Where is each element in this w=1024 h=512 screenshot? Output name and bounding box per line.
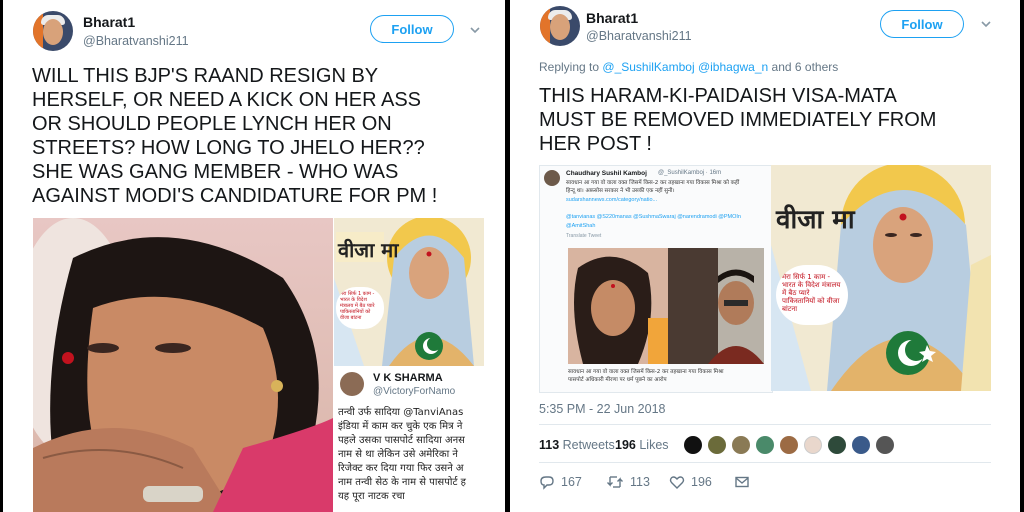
tweet-line: AGAINST MODI'S CANDIDATURE FOR PM !: [32, 185, 438, 207]
reply-count: 167: [561, 475, 582, 489]
user-handle[interactable]: @Bharatvanshi211: [83, 34, 189, 48]
tweet-line: MUST BE REMOVED IMMEDIATELY FROM: [539, 109, 937, 131]
embedded-line: रिजेक्ट कर दिया गया फिर उसने अ: [338, 463, 464, 474]
user-handle[interactable]: @Bharatvanshi211: [586, 29, 692, 43]
quoted-avatar: [544, 170, 560, 186]
user-avatar[interactable]: [33, 11, 73, 51]
liker-avatar[interactable]: [708, 436, 726, 454]
follow-button[interactable]: Follow: [880, 10, 964, 38]
heart-icon: [669, 476, 685, 489]
retweets-label: Retweets: [562, 438, 615, 452]
embedded-tweet[interactable]: V K SHARMA @VictoryForNamo तन्वी उर्फ सा…: [334, 366, 484, 512]
tweet-line: SHE WAS GANG MEMBER - WHO WAS: [32, 161, 399, 183]
like-count: 196: [691, 475, 712, 489]
quoted-name: Chaudhary Sushil Kamboj: [566, 170, 647, 177]
chevron-down-icon[interactable]: [469, 24, 481, 36]
retweet-stats[interactable]: 113 Retweets: [539, 438, 615, 452]
embedded-line: तन्वी उर्फ सादिया @TanviAnas: [338, 407, 464, 418]
quoted-mentions[interactable]: @AmitShah: [566, 223, 595, 229]
liker-avatar[interactable]: [804, 436, 822, 454]
quoted-line: सावधान आ गया वो वाला वक्त जिसमें किस-2 क…: [566, 180, 740, 186]
embedded-line: यह पूरा नाटक रचा: [338, 491, 405, 502]
tweet-line: OR SHOULD PEOPLE LYNCH HER ON: [32, 113, 392, 135]
poster-title: वीजा मा: [338, 238, 399, 262]
liker-avatar[interactable]: [876, 436, 894, 454]
embedded-line: पहले उसका पासपोर्ट सादिया अनस: [338, 435, 465, 446]
quoted-handle: @_SushilKamboj · 16m: [658, 170, 722, 176]
liker-avatar[interactable]: [684, 436, 702, 454]
tweet-photo[interactable]: [33, 218, 333, 512]
retweets-count: 113: [539, 438, 560, 452]
replying-to: Replying to @_SushilKamboj @ibhagwa_n an…: [539, 60, 838, 74]
quoted-caption: पासपोर्ट अधिकारी मीरणा पर धर्म पूछने का …: [568, 377, 667, 383]
liker-avatar[interactable]: [780, 436, 798, 454]
quoted-caption: सावधान आ गया वो वाला वक्त जिसमें किस-2 क…: [568, 369, 724, 375]
direct-message-action[interactable]: [734, 474, 750, 490]
embedded-line: नाम तन्वी सेठ के नाम से पासपोर्ट ह: [338, 477, 466, 488]
quoted-mentions[interactable]: @tanvianas @S220manas @SushmaSwaraj @nar…: [566, 214, 741, 220]
follow-button[interactable]: Follow: [370, 15, 454, 43]
poster-title: वीजा मा: [776, 205, 855, 235]
quoted-tweet-image[interactable]: Chaudhary Sushil Kamboj @_SushilKamboj ·…: [539, 165, 773, 393]
likes-label: Likes: [639, 438, 669, 452]
tweet-line: THIS HARAM-KI-PAIDAISH VISA-MATA: [539, 85, 897, 107]
quoted-link[interactable]: sudarshannews.com/category/natio...: [566, 197, 657, 203]
display-name[interactable]: Bharat1: [83, 14, 135, 30]
chevron-down-icon[interactable]: [980, 18, 992, 30]
tweet-line: HER POST !: [539, 133, 652, 155]
like-stats[interactable]: 196 Likes: [615, 438, 669, 452]
replying-users-link[interactable]: @_SushilKamboj @ibhagwa_n: [602, 60, 768, 74]
poster-speech-bubble: मेरा सिर्फ 1 काम - भारत के विदेश मंत्राल…: [336, 287, 384, 329]
like-action[interactable]: 196: [669, 474, 712, 490]
tweet-timestamp[interactable]: 5:35 PM - 22 Jun 2018: [539, 402, 665, 416]
reply-action[interactable]: 167: [539, 474, 582, 490]
liker-avatar[interactable]: [756, 436, 774, 454]
replying-prefix: Replying to: [539, 60, 600, 74]
divider: [539, 424, 991, 425]
tweet-line: STREETS? HOW LONG TO JHELO HER??: [32, 137, 425, 159]
embedded-line: नाम से था लेकिन उसे अमेरिका ने: [338, 449, 458, 460]
poster-speech-bubble: मेरा सिर्फ 1 काम - भारत के विदेश मंत्राल…: [776, 265, 848, 325]
quoted-line: हिन्दू था। अफ़सोस सरकार ने भी उसकी एक नह…: [566, 188, 675, 194]
left-tweet-card: Bharat1 @Bharatvanshi211 Follow WILL THI…: [3, 0, 505, 512]
divider: [539, 462, 991, 463]
retweet-icon: [607, 476, 623, 488]
embedded-handle: @VictoryForNamo: [373, 386, 456, 397]
tweet-line: HERSELF, OR NEED A KICK ON HER ASS: [32, 89, 422, 111]
reply-icon: [540, 476, 554, 490]
liker-avatar[interactable]: [852, 436, 870, 454]
likes-count: 196: [615, 438, 636, 452]
user-avatar[interactable]: [540, 6, 580, 46]
embedded-line: इंडिया में काम कर चुके एक मित्र ने: [338, 421, 463, 432]
replying-suffix[interactable]: and 6 others: [772, 60, 839, 74]
quoted-photo: [568, 248, 764, 364]
tweet-line: WILL THIS BJP'S RAAND RESIGN BY: [32, 65, 379, 87]
display-name[interactable]: Bharat1: [586, 10, 638, 26]
retweet-action[interactable]: 113: [606, 474, 650, 490]
right-tweet-card: Bharat1 @Bharatvanshi211 Follow Replying…: [510, 0, 1020, 512]
liker-avatar[interactable]: [732, 436, 750, 454]
embedded-name: V K SHARMA: [373, 372, 443, 384]
translate-tweet-link[interactable]: Translate Tweet: [566, 233, 601, 239]
embedded-avatar: [340, 372, 364, 396]
liker-avatar[interactable]: [828, 436, 846, 454]
envelope-icon: [735, 476, 749, 488]
retweet-count: 113: [630, 475, 650, 489]
